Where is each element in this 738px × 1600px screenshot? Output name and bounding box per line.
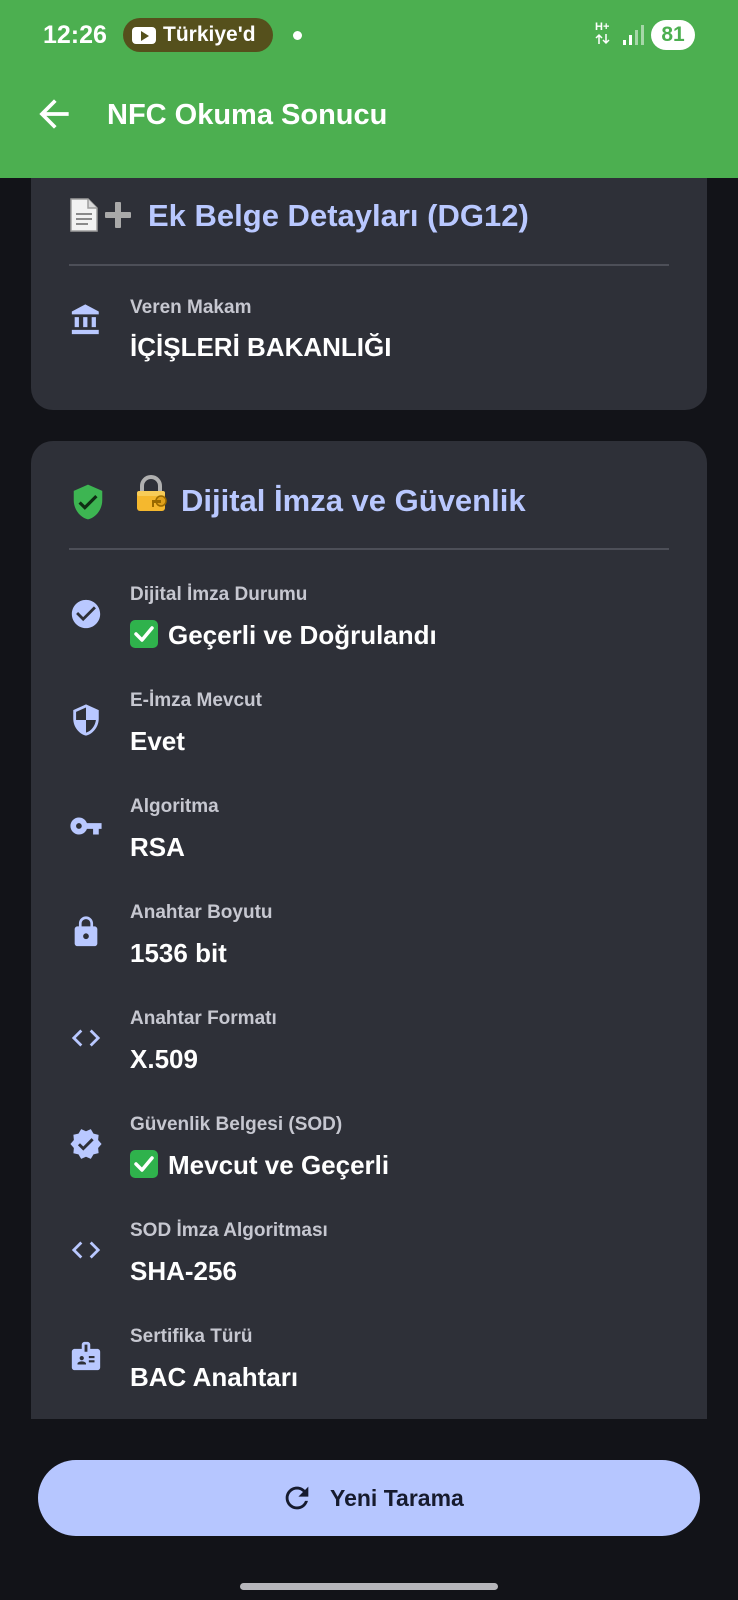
refresh-icon: [285, 1486, 309, 1510]
row-label-sod-signature-algorithm: SOD İmza Algoritması: [130, 1220, 328, 1241]
row-label-key-format: Anahtar Formatı: [130, 1008, 277, 1029]
media-notification-text: Türkiye'd: [163, 23, 256, 46]
bank-icon: [71, 304, 99, 335]
id-card-icon: [71, 1341, 101, 1371]
data-arrows-icon: [595, 33, 610, 45]
notification-dot-icon: [293, 31, 302, 40]
network-type-icon: H+: [595, 22, 615, 48]
new-scan-label: Yeni Tarama: [330, 1485, 464, 1511]
status-time: 12:26: [43, 21, 107, 49]
row-label-security-document: Güvenlik Belgesi (SOD): [130, 1114, 343, 1135]
signal-icon: [623, 25, 644, 45]
row-value-issuing-authority: İÇİŞLERİ BAKANLIĞI: [130, 332, 392, 362]
document-emoji-icon: [70, 198, 98, 232]
card-title: Ek Belge Detayları (DG12): [148, 198, 529, 233]
network-type-label: H+: [595, 21, 610, 33]
row-value-signature-status: Geçerli ve Doğrulandı: [130, 618, 437, 652]
row-label-key-size: Anahtar Boyutu: [130, 902, 273, 923]
row-value-e-signature: Evet: [130, 726, 185, 756]
youtube-icon: [132, 27, 156, 44]
additional-document-card: Ek Belge Detayları (DG12) Veren Makam İÇ…: [31, 178, 707, 410]
row-label-algorithm: Algoritma: [130, 796, 219, 817]
app-bar: 12:26 Türkiye'd H+ 81 NFC Okuma Sonucu: [0, 0, 738, 178]
row-value-key-format: X.509: [130, 1044, 198, 1074]
check-mark-emoji-icon: [130, 1150, 158, 1178]
row-label-signature-status: Dijital İmza Durumu: [130, 584, 308, 605]
home-indicator[interactable]: [240, 1583, 498, 1590]
security-shield-icon: [73, 484, 103, 520]
row-label-certificate-type: Sertifika Türü: [130, 1326, 253, 1347]
row-value-certificate-type: BAC Anahtarı: [130, 1362, 299, 1392]
row-value-security-document: Mevcut ve Geçerli: [130, 1148, 389, 1182]
row-value-algorithm: RSA: [130, 832, 185, 862]
divider: [69, 264, 669, 266]
row-label-e-signature: E-İmza Mevcut: [130, 690, 262, 711]
row-value-sod-signature-algorithm: SHA-256: [130, 1256, 237, 1286]
digital-signature-card: Dijital İmza ve Güvenlik Dijital İmza Du…: [31, 441, 707, 1419]
check-mark-emoji-icon: [130, 620, 158, 648]
lock-icon: [74, 916, 98, 947]
battery-indicator: 81: [651, 20, 695, 50]
card-title: Dijital İmza ve Güvenlik: [181, 483, 526, 518]
shield-icon: [73, 704, 99, 736]
media-notification-pill[interactable]: Türkiye'd: [123, 18, 273, 52]
page-title: NFC Okuma Sonucu: [107, 99, 388, 131]
code-icon: [71, 1241, 101, 1259]
security-document-text: Mevcut ve Geçerli: [168, 1150, 390, 1180]
divider: [69, 548, 669, 550]
key-icon: [70, 817, 102, 835]
check-circle-icon: [71, 599, 101, 629]
signature-status-text: Geçerli ve Doğrulandı: [168, 620, 437, 650]
new-scan-button[interactable]: Yeni Tarama: [38, 1460, 700, 1536]
back-arrow-icon[interactable]: [32, 92, 76, 136]
code-icon: [71, 1029, 101, 1047]
lock-with-key-emoji-icon: [137, 475, 167, 511]
verified-badge-icon: [70, 1129, 102, 1159]
row-label-issuing-authority: Veren Makam: [130, 297, 252, 318]
plus-emoji-icon: [105, 202, 131, 228]
row-value-key-size: 1536 bit: [130, 938, 227, 968]
